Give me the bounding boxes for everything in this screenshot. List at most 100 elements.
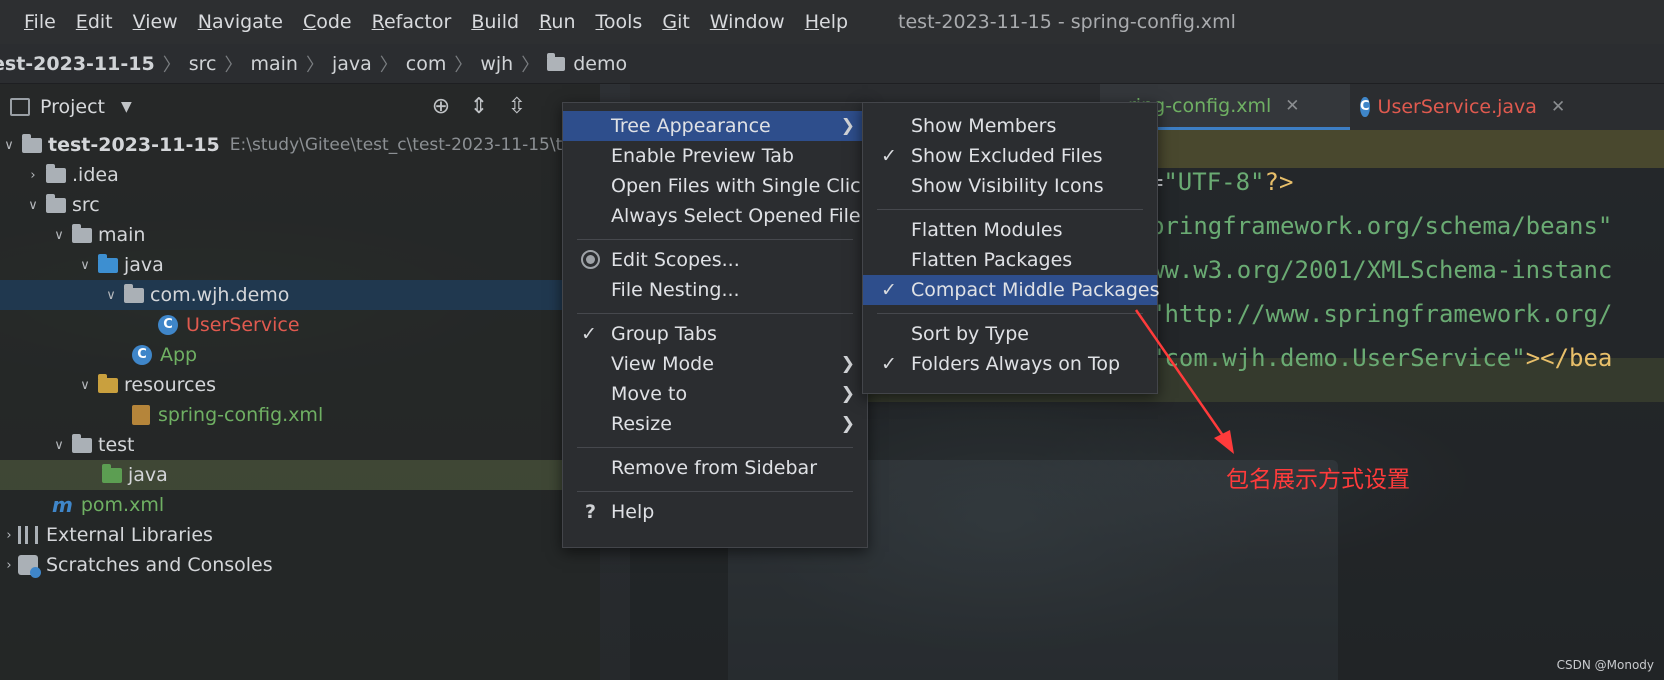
- chevron-down-icon[interactable]: ∨: [24, 198, 42, 213]
- menu-item-open-single-click[interactable]: Open Files with Single Click: [563, 171, 872, 201]
- chevron-down-icon[interactable]: ∨: [0, 138, 18, 153]
- menu-tools[interactable]: Tools: [596, 11, 643, 33]
- chevron-down-icon[interactable]: ∨: [50, 228, 68, 243]
- collapse-all-icon[interactable]: ⇳: [504, 94, 530, 120]
- breadcrumb-com[interactable]: com: [406, 53, 447, 75]
- source-folder-icon: [98, 253, 118, 273]
- menu-git[interactable]: Git: [662, 11, 689, 33]
- checkmark-icon: ✓: [581, 323, 597, 345]
- menu-help[interactable]: Help: [805, 11, 848, 33]
- menu-item-folders-on-top[interactable]: ✓ Folders Always on Top: [863, 349, 1157, 379]
- chevron-right-icon[interactable]: ›: [0, 558, 18, 573]
- maven-icon: m: [52, 493, 73, 517]
- breadcrumb-main[interactable]: main: [250, 53, 297, 75]
- tree-item-spring-config[interactable]: spring-config.xml: [0, 400, 600, 430]
- spring-xml-icon: [132, 405, 150, 425]
- menu-item-show-visibility-icons[interactable]: Show Visibility Icons: [863, 171, 1157, 201]
- tree-item-external-libraries[interactable]: › External Libraries: [0, 520, 600, 550]
- menu-item-show-excluded-files[interactable]: ✓ Show Excluded Files: [863, 141, 1157, 171]
- menu-view[interactable]: View: [133, 11, 178, 33]
- menu-item-always-select-opened[interactable]: Always Select Opened File: [563, 201, 867, 231]
- project-view-selector[interactable]: Project: [40, 96, 105, 118]
- project-tool-window: Project ▼ ⊕ ⇕ ⇳ ∨ test-2023-11-15 E:\stu…: [0, 84, 600, 680]
- chevron-down-icon[interactable]: ∨: [50, 438, 68, 453]
- menu-item-flatten-modules[interactable]: Flatten Modules: [863, 215, 1157, 245]
- resources-folder-icon: [98, 373, 118, 393]
- expand-all-icon[interactable]: ⇕: [466, 94, 492, 120]
- menu-window[interactable]: Window: [710, 11, 785, 33]
- tab-userservice[interactable]: C UserService.java ✕: [1360, 84, 1565, 130]
- tree-item-label: java: [124, 254, 164, 276]
- menu-item-group-tabs[interactable]: ✓ Group Tabs: [563, 319, 867, 349]
- dropdown-caret-icon[interactable]: ▼: [121, 99, 132, 115]
- menu-item-help[interactable]: ? Help: [563, 497, 867, 527]
- menu-build[interactable]: Build: [471, 11, 519, 33]
- tree-item-label: spring-config.xml: [158, 404, 324, 426]
- tree-item-label: test: [98, 434, 135, 456]
- menu-edit[interactable]: Edit: [76, 11, 113, 33]
- code-line: pringframework.org/schema/beans": [1150, 212, 1613, 240]
- menu-code[interactable]: Code: [303, 11, 352, 33]
- menu-item-resize[interactable]: Resize ❯: [563, 409, 867, 439]
- tree-item-label: resources: [124, 374, 217, 396]
- scope-icon: [581, 250, 600, 269]
- menu-item-sort-by-type[interactable]: Sort by Type: [863, 319, 1157, 349]
- class-icon: C: [1360, 97, 1370, 117]
- tree-item-src[interactable]: ∨ src: [0, 190, 600, 220]
- menu-refactor[interactable]: Refactor: [372, 11, 452, 33]
- folder-icon: [46, 193, 66, 213]
- test-folder-icon: [102, 463, 122, 483]
- tree-item-app[interactable]: C App: [0, 340, 600, 370]
- menu-item-flatten-packages[interactable]: Flatten Packages: [863, 245, 1157, 275]
- module-folder-icon: [22, 133, 42, 153]
- close-icon[interactable]: ✕: [1551, 97, 1565, 117]
- menu-item-view-mode[interactable]: View Mode ❯: [563, 349, 867, 379]
- tree-item-test[interactable]: ∨ test: [0, 430, 600, 460]
- chevron-down-icon[interactable]: ∨: [76, 258, 94, 273]
- breadcrumb-src[interactable]: src: [189, 53, 217, 75]
- menu-file[interactable]: File: [24, 11, 56, 33]
- code-line: ww.w3.org/2001/XMLSchema-instanc: [1150, 256, 1613, 284]
- menu-item-compact-middle-packages[interactable]: ✓ Compact Middle Packages: [863, 275, 1160, 305]
- menu-item-remove-from-sidebar[interactable]: Remove from Sidebar: [563, 453, 867, 483]
- menu-navigate[interactable]: Navigate: [198, 11, 283, 33]
- tree-item-idea[interactable]: › .idea: [0, 160, 600, 190]
- tree-item-test-java[interactable]: java: [0, 460, 600, 490]
- locate-file-icon[interactable]: ⊕: [428, 94, 454, 120]
- package-icon: [124, 283, 144, 303]
- tree-item-userservice[interactable]: C UserService: [0, 310, 600, 340]
- breadcrumb-project[interactable]: est-2023-11-15: [0, 53, 155, 75]
- tree-item-package[interactable]: ∨ com.wjh.demo: [0, 280, 600, 310]
- menu-item-show-members[interactable]: Show Members: [863, 111, 1157, 141]
- help-icon: ?: [585, 501, 597, 523]
- tree-item-resources[interactable]: ∨ resources: [0, 370, 600, 400]
- tree-item-java[interactable]: ∨ java: [0, 250, 600, 280]
- menu-separator: [577, 491, 853, 492]
- menu-item-move-to[interactable]: Move to ❯: [563, 379, 867, 409]
- tree-item-label: .idea: [72, 164, 119, 186]
- close-icon[interactable]: ✕: [1285, 96, 1299, 116]
- menu-run[interactable]: Run: [539, 11, 575, 33]
- chevron-down-icon[interactable]: ∨: [102, 288, 120, 303]
- menu-item-edit-scopes[interactable]: Edit Scopes...: [563, 245, 867, 275]
- project-path: E:\study\Gitee\test_c\test-2023-11-15\te…: [229, 135, 582, 155]
- menu-item-tree-appearance[interactable]: Tree Appearance ❯: [563, 111, 867, 141]
- tree-item-scratches[interactable]: › Scratches and Consoles: [0, 550, 600, 580]
- menu-item-enable-preview-tab[interactable]: Enable Preview Tab: [563, 141, 867, 171]
- breadcrumb-wjh[interactable]: wjh: [480, 53, 513, 75]
- chevron-right-icon: 〉: [162, 54, 181, 76]
- library-icon: [18, 526, 38, 544]
- menu-separator: [577, 239, 853, 240]
- annotation-text: 包名展示方式设置: [1226, 467, 1410, 493]
- chevron-right-icon[interactable]: ›: [0, 528, 18, 543]
- chevron-down-icon[interactable]: ∨: [76, 378, 94, 393]
- breadcrumb-demo[interactable]: demo: [573, 53, 627, 75]
- tree-item-label: main: [98, 224, 146, 246]
- breadcrumb-java[interactable]: java: [332, 53, 372, 75]
- tree-item-main[interactable]: ∨ main: [0, 220, 600, 250]
- tree-item-pom[interactable]: m pom.xml: [0, 490, 600, 520]
- chevron-right-icon[interactable]: ›: [24, 168, 42, 183]
- menu-item-file-nesting[interactable]: File Nesting...: [563, 275, 867, 305]
- tree-item-project-root[interactable]: ∨ test-2023-11-15 E:\study\Gitee\test_c\…: [0, 130, 600, 160]
- checkmark-icon: ✓: [881, 145, 897, 167]
